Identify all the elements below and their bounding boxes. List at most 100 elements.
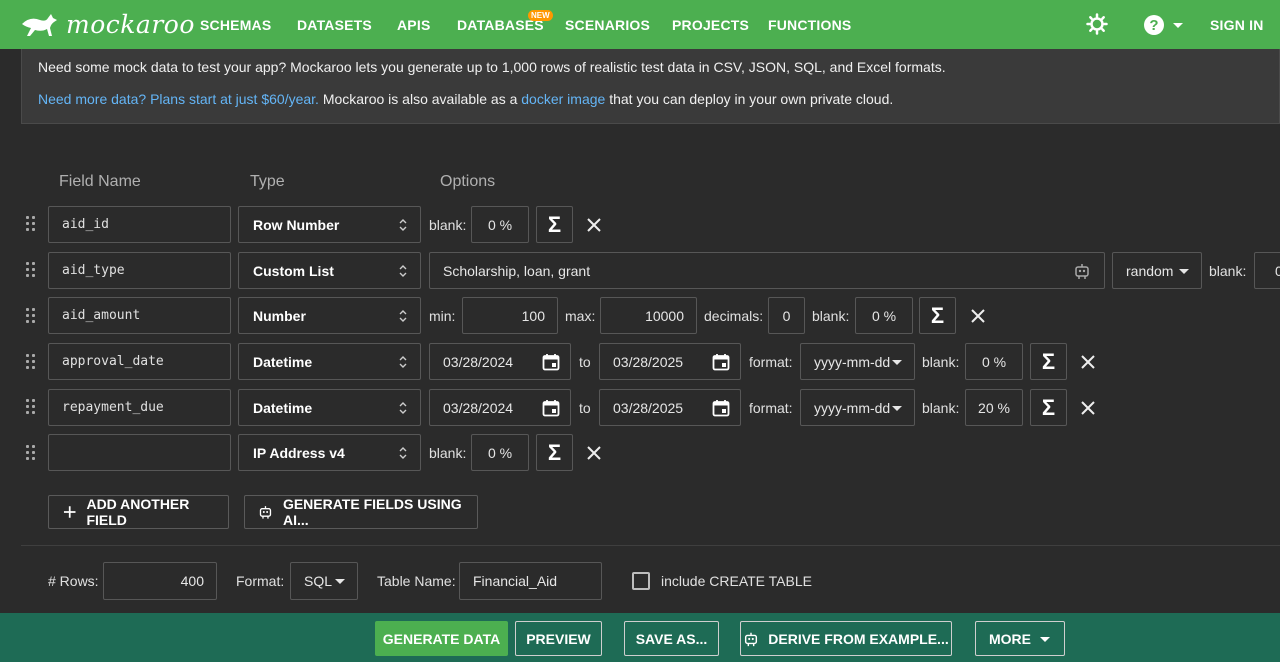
blank-label: blank:	[429, 217, 467, 233]
footer-action-bar: GENERATE DATA PREVIEW SAVE AS... DERIVE …	[0, 613, 1280, 662]
nav-projects[interactable]: PROJECTS	[672, 17, 749, 33]
calendar-icon[interactable]	[542, 353, 560, 371]
rows-input[interactable]: 400	[103, 562, 217, 600]
field-name-input[interactable]: repayment_due	[48, 389, 231, 426]
close-icon[interactable]	[1080, 400, 1096, 416]
field-name-input[interactable]: aid_id	[48, 206, 231, 243]
date-to-value: 03/28/2025	[613, 399, 684, 416]
docker-image-link[interactable]: docker image	[521, 91, 605, 107]
more-menu-button[interactable]: MORE	[975, 621, 1065, 656]
date-to-value: 03/28/2025	[613, 353, 684, 370]
drag-handle-icon[interactable]	[26, 399, 38, 415]
type-select-label: Row Number	[253, 216, 340, 233]
svg-text:?: ?	[1149, 17, 1158, 34]
banner-line-1: Need some mock data to test your app? Mo…	[38, 59, 946, 75]
formula-button[interactable]: Σ	[919, 297, 956, 334]
close-icon[interactable]	[1080, 354, 1096, 370]
generate-data-button[interactable]: GENERATE DATA	[375, 621, 508, 656]
banner-text-3: that you can deploy in your own private …	[605, 91, 894, 107]
blank-percent-input[interactable]: 20 %	[965, 389, 1023, 426]
field-name-input[interactable]: approval_date	[48, 343, 231, 380]
type-select[interactable]: Row Number	[238, 206, 421, 243]
type-select[interactable]: IP Address v4	[238, 434, 421, 471]
blank-percent-input[interactable]: 0 %	[471, 434, 529, 471]
formula-button[interactable]: Σ	[536, 206, 573, 243]
formula-button[interactable]: Σ	[536, 434, 573, 471]
save-as-button[interactable]: SAVE AS...	[624, 621, 719, 656]
max-input[interactable]: 10000	[600, 297, 697, 334]
blank-percent-input[interactable]: 0 %	[855, 297, 913, 334]
preview-button[interactable]: PREVIEW	[515, 621, 602, 656]
date-from-input[interactable]: 03/28/2024	[429, 343, 571, 380]
nav-apis[interactable]: APIS	[397, 17, 430, 33]
theme-toggle-icon[interactable]	[1086, 13, 1108, 35]
drag-handle-icon[interactable]	[26, 262, 38, 278]
table-name-input[interactable]: Financial_Aid	[459, 562, 602, 600]
add-another-field-button[interactable]: ADD ANOTHER FIELD	[48, 495, 229, 529]
drag-handle-icon[interactable]	[26, 445, 38, 461]
date-from-value: 03/28/2024	[443, 353, 514, 370]
nav-scenarios[interactable]: SCENARIOS	[565, 17, 650, 33]
nav-datasets[interactable]: DATASETS	[297, 17, 372, 33]
decimals-input[interactable]: 0	[768, 297, 805, 334]
type-select[interactable]: Datetime	[238, 343, 421, 380]
custom-list-values-input[interactable]: Scholarship, loan, grant	[429, 252, 1105, 289]
blank-percent-input[interactable]: 0 %	[471, 206, 529, 243]
date-from-value: 03/28/2024	[443, 399, 514, 416]
column-header-type: Type	[250, 173, 285, 190]
field-name-input[interactable]	[48, 434, 231, 471]
close-icon[interactable]	[970, 308, 986, 324]
date-format-select[interactable]: yyyy-mm-dd	[800, 389, 915, 426]
date-to-input[interactable]: 03/28/2025	[599, 389, 741, 426]
drag-handle-icon[interactable]	[26, 216, 38, 232]
max-label: max:	[565, 308, 596, 324]
help-menu[interactable]: ?	[1143, 14, 1185, 36]
formula-button[interactable]: Σ	[1030, 389, 1067, 426]
caret-down-icon	[335, 579, 345, 584]
calendar-icon[interactable]	[712, 399, 730, 417]
updown-chevron-icon	[399, 447, 407, 459]
blank-label: blank:	[922, 354, 960, 370]
blank-percent-input[interactable]: 0	[1254, 252, 1280, 289]
type-select[interactable]: Datetime	[238, 389, 421, 426]
updown-chevron-icon	[399, 219, 407, 231]
type-select[interactable]: Number	[238, 297, 421, 334]
nav-functions[interactable]: FUNCTIONS	[768, 17, 851, 33]
custom-list-values: Scholarship, loan, grant	[443, 262, 591, 279]
ai-robot-icon	[745, 632, 758, 646]
nav-schemas[interactable]: SCHEMAS	[200, 17, 271, 33]
calendar-icon[interactable]	[712, 353, 730, 371]
kangaroo-icon	[22, 13, 57, 36]
banner-text-2: Mockaroo is also available as a	[318, 91, 522, 107]
updown-chevron-icon	[399, 265, 407, 277]
type-select[interactable]: Custom List	[238, 252, 421, 289]
formula-button[interactable]: Σ	[1030, 343, 1067, 380]
calendar-icon[interactable]	[542, 399, 560, 417]
to-label: to	[579, 354, 591, 370]
date-format-select[interactable]: yyyy-mm-dd	[800, 343, 915, 380]
type-select-label: Datetime	[253, 353, 313, 370]
output-format-value: SQL	[304, 573, 333, 589]
create-table-checkbox[interactable]	[632, 572, 650, 590]
close-icon[interactable]	[586, 217, 602, 233]
date-from-input[interactable]: 03/28/2024	[429, 389, 571, 426]
drag-handle-icon[interactable]	[26, 308, 38, 324]
field-name-input[interactable]: aid_type	[48, 252, 231, 289]
close-icon[interactable]	[586, 445, 602, 461]
sign-in-link[interactable]: SIGN IN	[1210, 17, 1264, 33]
blank-label: blank:	[812, 308, 850, 324]
plans-link[interactable]: Need more data? Plans start at just $60/…	[38, 91, 319, 107]
mockaroo-logo[interactable]: mockaroo	[20, 10, 195, 39]
ai-robot-icon[interactable]	[1073, 262, 1091, 280]
output-format-select[interactable]: SQL	[290, 562, 358, 600]
blank-percent-input[interactable]: 0 %	[965, 343, 1023, 380]
generate-fields-ai-button[interactable]: GENERATE FIELDS USING AI...	[244, 495, 478, 529]
order-select[interactable]: random	[1112, 252, 1202, 289]
min-input[interactable]: 100	[462, 297, 558, 334]
derive-from-example-button[interactable]: DERIVE FROM EXAMPLE...	[740, 621, 952, 656]
format-label: format:	[749, 354, 793, 370]
field-name-input[interactable]: aid_amount	[48, 297, 231, 334]
drag-handle-icon[interactable]	[26, 354, 38, 370]
type-select-label: Number	[253, 307, 306, 324]
date-to-input[interactable]: 03/28/2025	[599, 343, 741, 380]
